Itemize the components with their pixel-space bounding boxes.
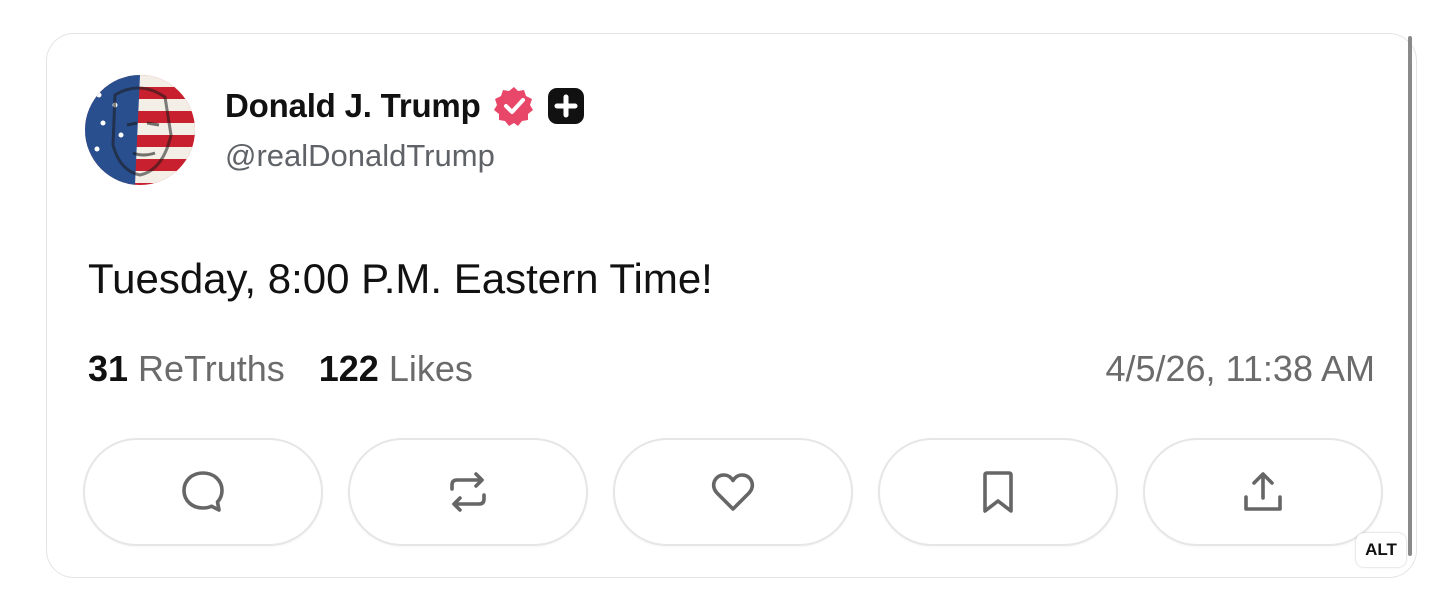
post-text: Tuesday, 8:00 P.M. Eastern Time! — [88, 255, 713, 302]
bookmark-button[interactable] — [878, 438, 1118, 546]
avatar[interactable] — [85, 75, 195, 185]
likes-count[interactable]: 122 — [319, 348, 379, 390]
retruths-count[interactable]: 31 — [88, 348, 128, 390]
author-handle[interactable]: @realDonaldTrump — [225, 138, 495, 174]
retruth-arrows-icon — [450, 472, 486, 512]
share-upload-icon — [1244, 472, 1282, 511]
like-button[interactable] — [613, 438, 853, 546]
author-name-row: Donald J. Trump — [225, 84, 585, 128]
alt-text-badge[interactable]: ALT — [1356, 533, 1406, 567]
share-button[interactable] — [1143, 438, 1383, 546]
heart-icon — [711, 473, 755, 511]
plus-badge-icon — [547, 87, 585, 125]
post-timestamp[interactable]: 4/5/26, 11:38 AM — [1105, 348, 1375, 390]
reply-button[interactable] — [83, 438, 323, 546]
verified-check-icon — [493, 85, 535, 127]
scrollbar[interactable] — [1408, 36, 1412, 556]
action-bar — [83, 438, 1383, 546]
reply-bubble-icon — [182, 471, 224, 512]
likes-label[interactable]: Likes — [389, 348, 473, 390]
bookmark-icon — [983, 471, 1013, 513]
retruth-button[interactable] — [348, 438, 588, 546]
post-stats: 31 ReTruths 122 Likes — [88, 348, 473, 390]
retruths-label[interactable]: ReTruths — [138, 348, 285, 390]
author-display-name[interactable]: Donald J. Trump — [225, 87, 481, 125]
